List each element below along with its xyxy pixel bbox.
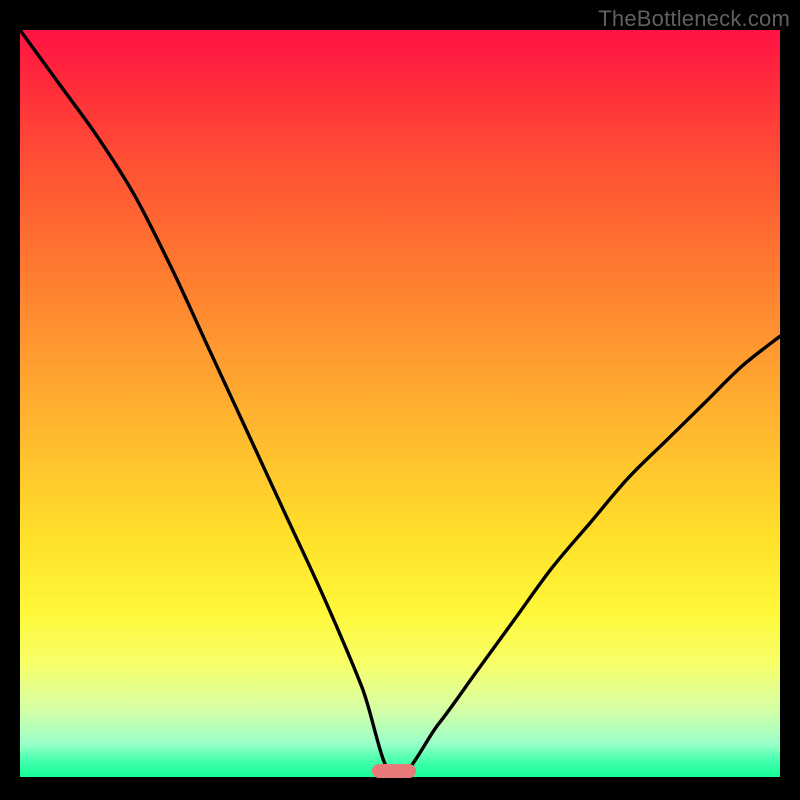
plot-area	[20, 30, 780, 777]
bottleneck-chart: TheBottleneck.com	[0, 0, 800, 800]
curve-path	[20, 30, 780, 778]
watermark-text: TheBottleneck.com	[598, 6, 790, 32]
bottleneck-curve	[20, 30, 780, 777]
minimum-marker	[372, 764, 416, 778]
